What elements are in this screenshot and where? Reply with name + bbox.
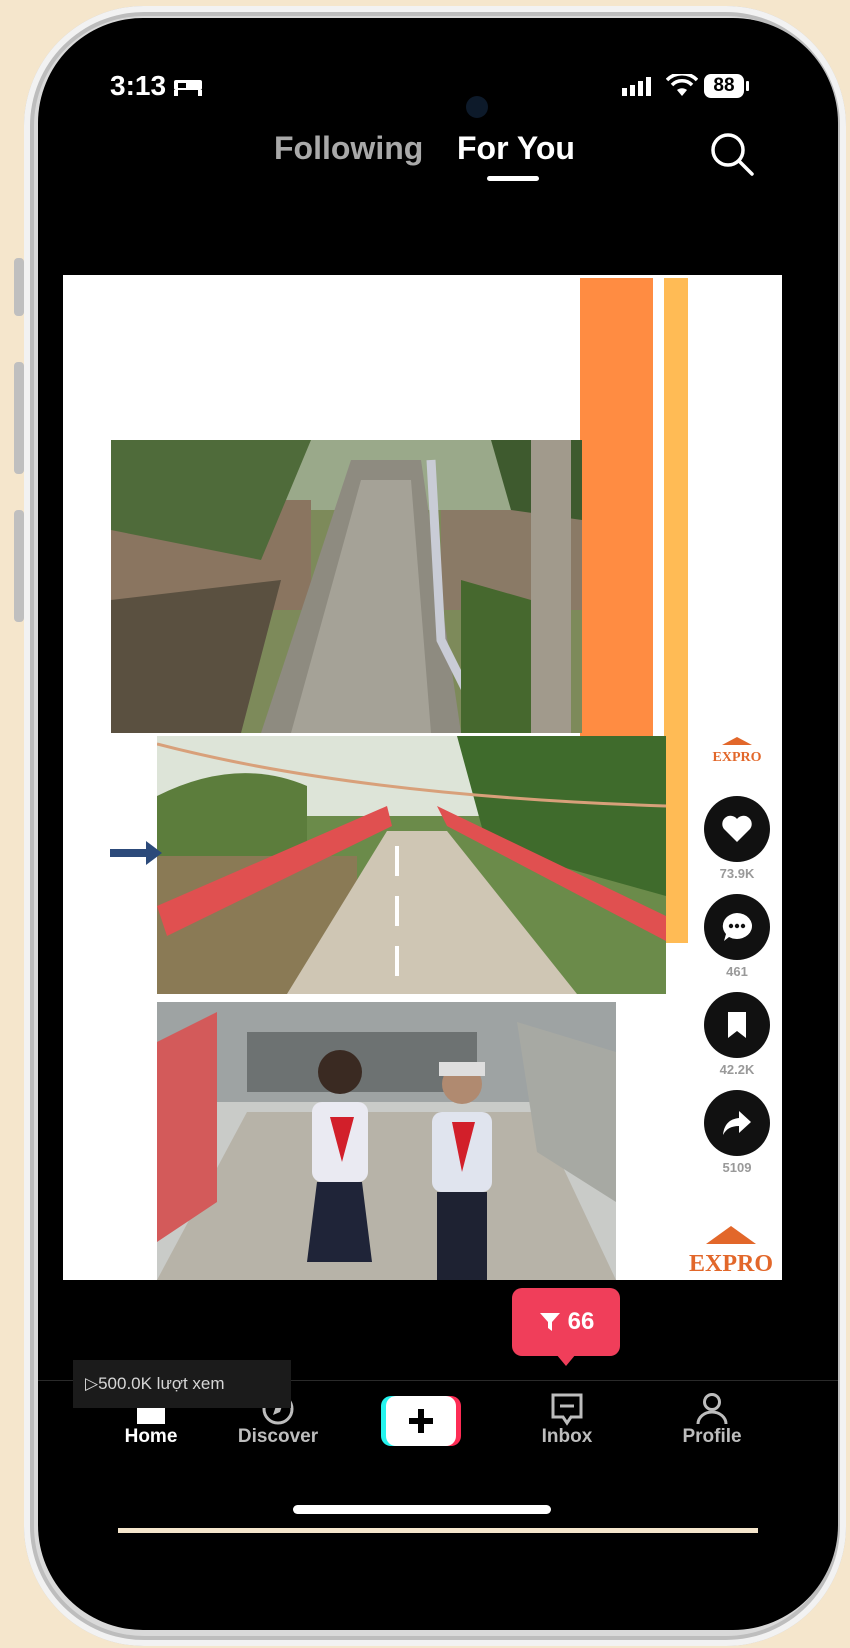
brand-logo-large: EXPRO [686,1224,776,1277]
arrow-right-icon [110,841,162,865]
bookmark-button[interactable] [704,992,770,1058]
battery-tip [746,81,749,91]
inbox-icon [551,1393,583,1426]
bookmark-count: 42.2K [719,1062,755,1077]
share-arrow-icon [723,1111,751,1135]
nav-profile[interactable]: Profile [657,1392,767,1448]
search-icon[interactable] [708,130,756,178]
bubble-pointer [556,1354,576,1366]
notification-count: 66 [567,1308,595,1335]
heart-icon [722,815,752,842]
cellular-signal-icon [622,77,651,96]
bookmark-icon [728,1012,746,1038]
plus-icon [409,1409,433,1433]
bottom-edge-strip [118,1528,758,1533]
like-button[interactable] [704,796,770,862]
home-indicator[interactable] [293,1505,551,1514]
like-count: 73.9K [719,866,755,881]
create-post-button[interactable] [381,1396,461,1446]
share-button[interactable] [704,1090,770,1156]
filter-funnel-icon [539,1313,560,1331]
battery-indicator: 88 [704,74,744,98]
phone-screen: 3:13 88 Following For You EXPRO EXPRO 73… [38,18,838,1630]
tab-active-indicator [487,176,539,181]
nav-inbox-label: Inbox [541,1426,593,1447]
nav-inbox[interactable]: Inbox [512,1392,622,1448]
brand-logo-small: EXPRO [710,734,764,765]
tab-following[interactable]: Following [274,130,423,167]
new-bridge-photo [157,736,666,994]
students-photo [157,1002,616,1280]
comment-button[interactable] [704,894,770,960]
mute-switch [14,258,24,316]
bed-icon [174,80,202,96]
comment-bubble-icon [722,913,752,941]
yellow-bar-decoration [664,278,688,943]
nav-profile-label: Profile [682,1426,742,1447]
wifi-icon [666,74,698,96]
status-time: 3:13 [110,70,167,101]
volume-down-button [14,510,24,622]
inbox-notification-bubble[interactable]: 66 [512,1288,620,1356]
old-bridge-photo [111,440,582,733]
nav-home-label: Home [124,1426,178,1447]
profile-icon [696,1393,728,1425]
front-camera [466,96,488,118]
views-count-overlay: ▷500.0K lượt xem [73,1360,291,1408]
nav-discover-label: Discover [237,1426,319,1447]
tab-for-you[interactable]: For You [457,130,575,167]
volume-up-button [14,362,24,474]
share-count: 5109 [722,1160,752,1175]
orange-bar-decoration [580,278,653,738]
comment-count: 461 [726,964,748,979]
